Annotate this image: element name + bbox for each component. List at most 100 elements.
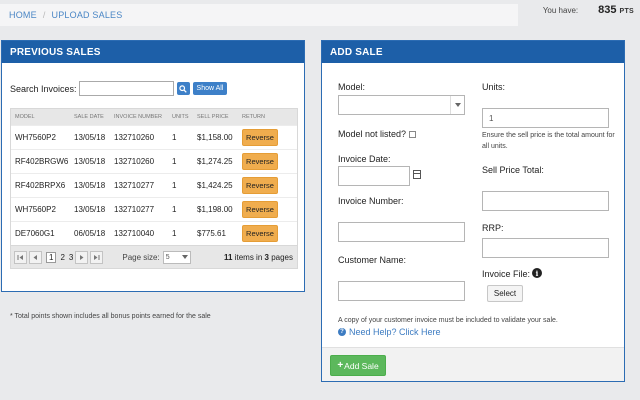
column-header-sell-price[interactable]: SELL PRICE	[197, 114, 242, 120]
points-label: You have:	[542, 6, 579, 15]
search-input[interactable]	[78, 81, 174, 96]
points-summary: You have: 835 PTS	[543, 4, 634, 18]
plus-icon: +	[337, 360, 344, 371]
select-file-button[interactable]: Select	[487, 285, 523, 302]
cell-invoice-number: 132710260	[114, 133, 155, 142]
chevron-down-icon	[454, 103, 461, 107]
breadcrumb-current[interactable]: UPLOAD SALES	[52, 10, 123, 20]
add-sale-footer: + Add Sale	[322, 347, 624, 381]
cell-units: 1	[172, 229, 177, 238]
page-3-link[interactable]: 3	[69, 253, 73, 262]
breadcrumb-home[interactable]: HOME	[9, 10, 37, 20]
info-icon[interactable]: i	[532, 268, 542, 278]
cell-units: 1	[172, 181, 177, 190]
invoice-copy-note: A copy of your customer invoice must be …	[338, 317, 558, 324]
cell-sale-date: 13/05/18	[74, 133, 106, 142]
column-header-return: RETURN	[242, 114, 265, 120]
cell-sale-date: 13/05/18	[74, 157, 106, 166]
table-row: DE7060G1 06/05/18 132710040 1 $775.61 Re…	[11, 221, 297, 245]
reverse-button[interactable]: Reverse	[242, 129, 278, 146]
chevron-down-icon	[181, 255, 188, 259]
cell-units: 1	[172, 133, 177, 142]
cell-sale-date: 13/05/18	[74, 181, 106, 190]
cell-model: RF402BRGW6	[15, 157, 69, 166]
cell-model: DE7060G1	[15, 229, 55, 238]
cell-sell-price: $1,424.25	[197, 181, 233, 190]
pages-text: pages	[271, 252, 293, 262]
page-size-value: 5	[165, 253, 170, 261]
column-header-units[interactable]: UNITS	[172, 114, 197, 120]
breadcrumb: HOME / UPLOAD SALES	[0, 4, 518, 26]
column-header-sale-date[interactable]: SALE DATE	[74, 114, 114, 120]
sell-price-total-input[interactable]	[482, 191, 609, 211]
last-page-button[interactable]	[90, 250, 104, 264]
customer-name-label: Customer Name:	[338, 255, 407, 265]
model-not-listed-checkbox[interactable]	[409, 131, 417, 139]
invoice-number-label: Invoice Number:	[338, 196, 404, 206]
cell-model: WH7560P2	[15, 205, 56, 214]
items-in-text: items in	[234, 252, 263, 262]
cell-units: 1	[172, 205, 177, 214]
search-icon	[179, 84, 187, 93]
cell-return: Reverse	[242, 153, 297, 170]
invoice-date-input[interactable]	[338, 166, 410, 186]
top-bar: HOME / UPLOAD SALES You have: 835 PTS	[0, 0, 640, 34]
next-page-button[interactable]	[75, 250, 89, 264]
previous-sales-title: PREVIOUS SALES	[2, 41, 304, 63]
cell-sell-price: $1,274.25	[197, 157, 233, 166]
model-select[interactable]	[338, 95, 465, 115]
first-page-icon	[17, 254, 23, 260]
cell-invoice-number: 132710277	[114, 181, 155, 190]
calendar-icon[interactable]	[413, 170, 421, 179]
cell-model: WH7560P2	[15, 133, 56, 142]
cell-return: Reverse	[242, 177, 297, 194]
cell-sale-date: 06/05/18	[74, 229, 106, 238]
cell-return: Reverse	[242, 225, 297, 242]
points-note: * Total points shown includes all bonus …	[10, 313, 211, 320]
customer-name-input[interactable]	[338, 281, 465, 301]
column-header-invoice-number[interactable]: INVOICE NUMBER	[114, 114, 172, 120]
model-label: Model:	[338, 82, 366, 92]
model-not-listed-label: Model not listed?	[338, 129, 407, 139]
page-size-label: Page size:	[122, 252, 160, 262]
pager-info: 11 items in 3 pages	[224, 253, 293, 262]
page-2-link[interactable]: 2	[60, 253, 64, 262]
invoice-file-label: Invoice File:	[482, 269, 531, 279]
first-page-button[interactable]	[14, 250, 27, 264]
cell-model: RF402BRPX6	[15, 181, 66, 190]
show-all-button[interactable]: Show All	[192, 82, 228, 95]
cell-return: Reverse	[242, 129, 297, 146]
model-not-listed: Model not listed?	[338, 129, 417, 139]
page-count: 3	[264, 252, 269, 262]
help-link-text[interactable]: Need Help? Click Here	[349, 327, 441, 337]
search-button[interactable]	[176, 82, 190, 95]
search-label: Search Invoices:	[10, 83, 77, 94]
cell-sell-price: $1,158.00	[197, 133, 233, 142]
reverse-button[interactable]: Reverse	[242, 225, 278, 242]
table-row: WH7560P2 13/05/18 132710277 1 $1,198.00 …	[11, 197, 297, 221]
page-size-select[interactable]: 5	[162, 250, 191, 264]
prev-page-button[interactable]	[29, 250, 42, 264]
add-sale-title: ADD SALE	[322, 41, 624, 63]
column-header-model[interactable]: MODEL	[11, 114, 74, 120]
add-sale-button-label: Add Sale	[344, 360, 379, 371]
units-input[interactable]: 1	[482, 108, 609, 128]
cell-sale-date: 13/05/18	[74, 205, 106, 214]
previous-sales-panel: PREVIOUS SALES Search Invoices: Show All…	[1, 40, 305, 320]
rrp-input[interactable]	[482, 238, 609, 258]
prev-page-icon	[33, 254, 37, 260]
help-link[interactable]: ? Need Help? Click Here	[338, 327, 441, 337]
add-sale-panel: ADD SALE Model: Model not listed? Invoic…	[321, 40, 625, 382]
invoice-number-input[interactable]	[338, 222, 465, 242]
cell-sell-price: $775.61	[197, 229, 226, 238]
reverse-button[interactable]: Reverse	[242, 153, 278, 170]
pager: 1 2 3 Page size: 5 11 items in 3 pages	[11, 245, 297, 268]
page-1-link[interactable]: 1	[46, 251, 57, 263]
breadcrumb-separator: /	[42, 10, 46, 20]
table-row: RF402BRPX6 13/05/18 132710277 1 $1,424.2…	[11, 173, 297, 197]
reverse-button[interactable]: Reverse	[242, 201, 278, 218]
reverse-button[interactable]: Reverse	[242, 177, 278, 194]
sell-price-total-label: Sell Price Total:	[482, 165, 544, 175]
add-sale-button[interactable]: + Add Sale	[330, 355, 386, 376]
invoice-date-label: Invoice Date:	[338, 154, 391, 164]
